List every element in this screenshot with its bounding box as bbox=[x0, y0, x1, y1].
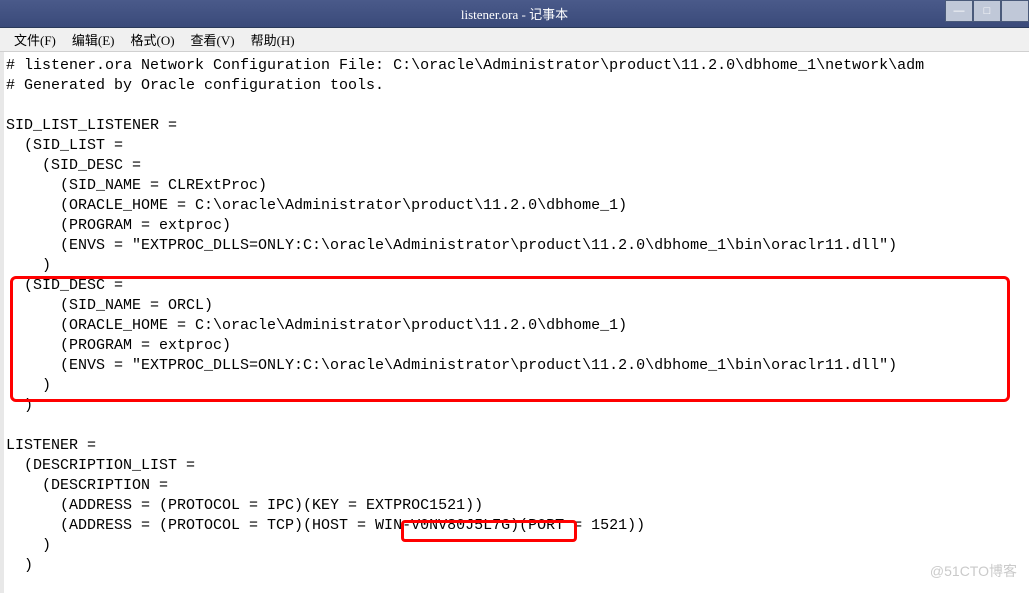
text-line: (DESCRIPTION = bbox=[6, 477, 168, 494]
text-line: (SID_LIST = bbox=[6, 137, 123, 154]
text-line: (ADDRESS = (PROTOCOL = IPC)(KEY = EXTPRO… bbox=[6, 497, 483, 514]
maximize-button[interactable]: □ bbox=[973, 0, 1001, 22]
menu-view[interactable]: 查看(V) bbox=[183, 28, 243, 51]
text-line: (SID_DESC = bbox=[6, 157, 141, 174]
text-line: (ORACLE_HOME = C:\oracle\Administrator\p… bbox=[6, 197, 627, 214]
window-controls: — □ bbox=[945, 0, 1029, 22]
text-line: SID_LIST_LISTENER = bbox=[6, 117, 177, 134]
minimize-button[interactable]: — bbox=[945, 0, 973, 22]
text-line: ) bbox=[6, 397, 33, 414]
menubar: 文件(F) 编辑(E) 格式(O) 查看(V) 帮助(H) bbox=[0, 28, 1029, 52]
text-line: ) bbox=[6, 257, 51, 274]
menu-format[interactable]: 格式(O) bbox=[123, 28, 183, 51]
text-line: # listener.ora Network Configuration Fil… bbox=[6, 57, 924, 74]
text-line: ) bbox=[6, 537, 51, 554]
text-line: ) bbox=[6, 377, 51, 394]
text-line: (PROGRAM = extproc) bbox=[6, 217, 231, 234]
text-line: (SID_DESC = bbox=[6, 277, 123, 294]
menu-file[interactable]: 文件(F) bbox=[6, 28, 64, 51]
text-line: (ADDRESS = (PROTOCOL = TCP)(HOST = WIN-V… bbox=[6, 517, 645, 534]
text-line: (DESCRIPTION_LIST = bbox=[6, 457, 195, 474]
text-line: ) bbox=[6, 557, 33, 574]
watermark: @51CTO博客 bbox=[930, 561, 1017, 581]
text-line: (SID_NAME = ORCL) bbox=[6, 297, 213, 314]
text-line: LISTENER = bbox=[6, 437, 96, 454]
text-editor-content[interactable]: # listener.ora Network Configuration Fil… bbox=[0, 52, 1029, 580]
text-line: (PROGRAM = extproc) bbox=[6, 337, 231, 354]
menu-help[interactable]: 帮助(H) bbox=[243, 28, 303, 51]
text-line: (ENVS = "EXTPROC_DLLS=ONLY:C:\oracle\Adm… bbox=[6, 237, 897, 254]
titlebar[interactable]: listener.ora - 记事本 — □ bbox=[0, 0, 1029, 28]
menu-edit[interactable]: 编辑(E) bbox=[64, 28, 123, 51]
text-line: (SID_NAME = CLRExtProc) bbox=[6, 177, 267, 194]
text-line: (ENVS = "EXTPROC_DLLS=ONLY:C:\oracle\Adm… bbox=[6, 357, 897, 374]
text-line: # Generated by Oracle configuration tool… bbox=[6, 77, 384, 94]
window-title: listener.ora - 记事本 bbox=[461, 4, 568, 23]
close-button[interactable] bbox=[1001, 0, 1029, 22]
text-line: (ORACLE_HOME = C:\oracle\Administrator\p… bbox=[6, 317, 627, 334]
